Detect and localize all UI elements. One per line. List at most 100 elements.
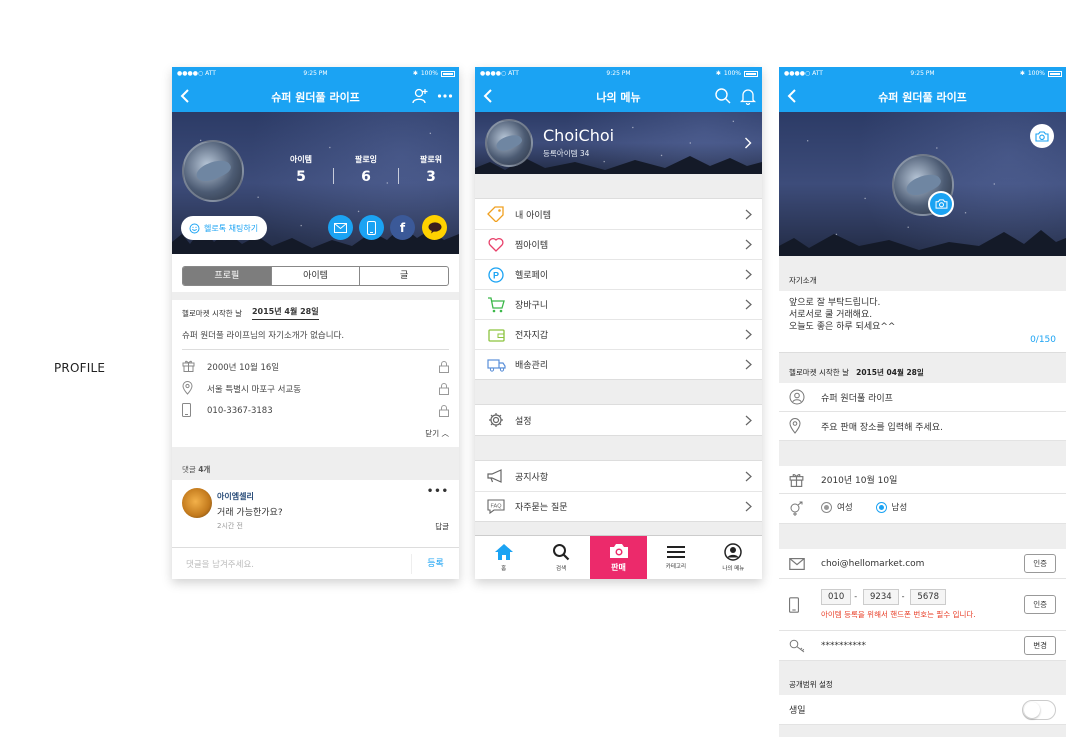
menu-item-wallet[interactable]: 전자지갑 xyxy=(475,319,762,349)
menu-item-notice[interactable]: 공지사항 xyxy=(475,461,762,491)
status-bar: ●●●●○ ATT 9:25 PM ✱ 100% xyxy=(779,67,1066,80)
privacy-birthday-toggle[interactable] xyxy=(1022,699,1056,720)
key-icon xyxy=(789,639,805,652)
menu-group-settings: 설정 xyxy=(475,404,762,436)
nickname-row: 슈퍼 원더풀 라이프 xyxy=(779,383,1066,412)
svg-text:P: P xyxy=(493,270,499,280)
lock-icon[interactable] xyxy=(439,361,449,373)
kakao-share-button[interactable] xyxy=(422,215,447,240)
user-item-count: 등록아이템 34 xyxy=(543,149,590,158)
location-input[interactable]: 주요 판매 장소를 입력해 주세요. xyxy=(811,420,1056,433)
tab-profile[interactable]: 프로필 xyxy=(183,267,271,285)
section-label: PROFILE xyxy=(54,361,106,375)
chat-button[interactable]: 헬로톡 채팅하기 xyxy=(181,216,268,240)
verify-email-button[interactable]: 인증 xyxy=(1024,554,1056,573)
menu-item-cart[interactable]: 장바구니 xyxy=(475,289,762,319)
menu-group-main: 내 아이템 찜아이템 P 헬로페이 장바구니 전자지갑 배송관리 xyxy=(475,198,762,380)
address-row: 서울 특별시 마포구 서교동 xyxy=(182,378,449,400)
chevron-right-icon xyxy=(745,209,752,219)
change-avatar-button[interactable] xyxy=(928,191,954,217)
sms-share-button[interactable] xyxy=(359,215,384,240)
intro-textarea[interactable]: 앞으로 잘 부탁드립니다. 서로서로 쿨 거래해요. 오늘도 좋은 하루 되세요… xyxy=(779,291,1066,353)
menu-item-shipping[interactable]: 배송관리 xyxy=(475,349,762,379)
user-header[interactable]: ChoiChoi 등록아이템 34 xyxy=(475,112,762,174)
more-icon[interactable] xyxy=(437,87,453,105)
mail-icon xyxy=(789,557,805,570)
battery-percent: 100% xyxy=(723,70,741,77)
facebook-share-button[interactable]: f xyxy=(390,215,415,240)
edit-profile-screen: ●●●●○ ATT 9:25 PM ✱ 100% 슈퍼 원더풀 라이프 자기소개 … xyxy=(779,67,1066,737)
birthday-value: 2000년 10월 16일 xyxy=(207,363,280,373)
commenter-avatar[interactable] xyxy=(182,488,212,518)
chevron-right-icon xyxy=(745,415,752,425)
battery-icon xyxy=(1048,70,1062,77)
verify-phone-button[interactable]: 인증 xyxy=(1024,595,1056,614)
tab-search[interactable]: 검색 xyxy=(532,536,589,579)
camera-icon xyxy=(935,199,947,209)
submit-button[interactable]: 등록 xyxy=(411,553,459,574)
phone-part-3[interactable]: 5678 xyxy=(910,589,947,605)
reply-button[interactable]: 답글 xyxy=(435,521,449,532)
gender-female-radio[interactable]: 여성 xyxy=(821,501,853,513)
lock-icon[interactable] xyxy=(439,405,449,417)
birthday-input[interactable]: 2010년 10월 10일 xyxy=(811,473,1056,486)
gender-icon xyxy=(790,501,803,516)
tag-icon xyxy=(487,206,504,222)
comment-time: 2시간 전 xyxy=(217,522,243,530)
commenter-name[interactable]: 아이엠셀리 xyxy=(217,491,254,502)
tab-my-menu[interactable]: 나의 메뉴 xyxy=(705,536,762,579)
change-password-button[interactable]: 변경 xyxy=(1024,636,1056,655)
bottom-tab-bar: 홈 검색 판매 카테고리 나의 메뉴 xyxy=(475,535,762,579)
phone-part-1[interactable]: 010 xyxy=(821,589,852,605)
battery-icon xyxy=(441,70,455,77)
menu-item-my-items[interactable]: 내 아이템 xyxy=(475,199,762,229)
profile-info: 헬로마켓 시작한 날 2015년 4월 28일 슈퍼 원더풀 라이프님의 자기소개… xyxy=(172,306,459,439)
gift-icon xyxy=(182,360,195,372)
avatar[interactable] xyxy=(182,140,244,202)
nickname-input[interactable]: 슈퍼 원더풀 라이프 xyxy=(811,391,1056,404)
lock-icon[interactable] xyxy=(439,383,449,395)
mobile-icon xyxy=(367,220,376,235)
stat-followers[interactable]: 팔로워 3 xyxy=(399,154,459,185)
tab-items[interactable]: 아이템 xyxy=(270,267,360,285)
menu-item-settings[interactable]: 설정 xyxy=(475,405,762,435)
search-icon[interactable] xyxy=(714,87,732,105)
collapse-button[interactable]: 닫기 ︿ xyxy=(182,428,449,439)
intro-header: 자기소개 xyxy=(779,256,1066,291)
change-cover-button[interactable] xyxy=(1030,124,1054,148)
menu-item-hellopay[interactable]: P 헬로페이 xyxy=(475,259,762,289)
address-value: 서울 특별시 마포구 서교동 xyxy=(207,385,302,395)
phone-part-2[interactable]: 9234 xyxy=(863,589,899,605)
smile-icon xyxy=(189,223,200,233)
add-friend-icon[interactable] xyxy=(411,87,429,105)
tab-home[interactable]: 홈 xyxy=(475,536,532,579)
chat-button-label: 헬로톡 채팅하기 xyxy=(204,223,259,233)
birthday-row: 2010년 10월 10일 xyxy=(779,466,1066,494)
password-input[interactable]: ********** xyxy=(811,641,1024,651)
menu-item-faq[interactable]: FAQ 자주묻는 질문 xyxy=(475,491,762,521)
location-row: 주요 판매 장소를 입력해 주세요. xyxy=(779,412,1066,441)
nav-bar: 나의 메뉴 xyxy=(475,80,762,112)
gender-male-radio[interactable]: 남성 xyxy=(875,501,907,513)
megaphone-icon xyxy=(487,469,502,483)
comment-input[interactable]: 댓글을 남겨주세요. xyxy=(172,558,411,570)
tab-sell[interactable]: 판매 xyxy=(589,536,648,579)
tab-category[interactable]: 카테고리 xyxy=(647,536,704,579)
stat-items[interactable]: 아이템 5 xyxy=(269,154,333,185)
pay-icon: P xyxy=(488,266,504,283)
chevron-right-icon xyxy=(745,359,752,370)
home-icon xyxy=(494,544,513,560)
privacy-header: 공개범위 설정 xyxy=(779,661,1066,695)
mail-share-button[interactable] xyxy=(328,215,353,240)
bell-icon[interactable] xyxy=(740,87,756,105)
more-icon[interactable]: ••• xyxy=(427,486,449,497)
chevron-up-icon: ︿ xyxy=(441,429,450,438)
stat-following[interactable]: 팔로잉 6 xyxy=(334,154,398,185)
menu-item-wishlist[interactable]: 찜아이템 xyxy=(475,229,762,259)
menu-screen: ●●●●○ ATT 9:25 PM ✱ 100% 나의 메뉴 ChoiChoi 등… xyxy=(475,67,762,579)
email-input[interactable]: choi@hellomarket.com xyxy=(811,559,1024,569)
tab-posts[interactable]: 글 xyxy=(359,267,448,285)
user-name: ChoiChoi xyxy=(543,126,615,145)
heart-icon xyxy=(488,237,504,252)
phone-warning: 아이템 등록을 위해서 핸드폰 번호는 필수 입니다. xyxy=(821,610,976,619)
